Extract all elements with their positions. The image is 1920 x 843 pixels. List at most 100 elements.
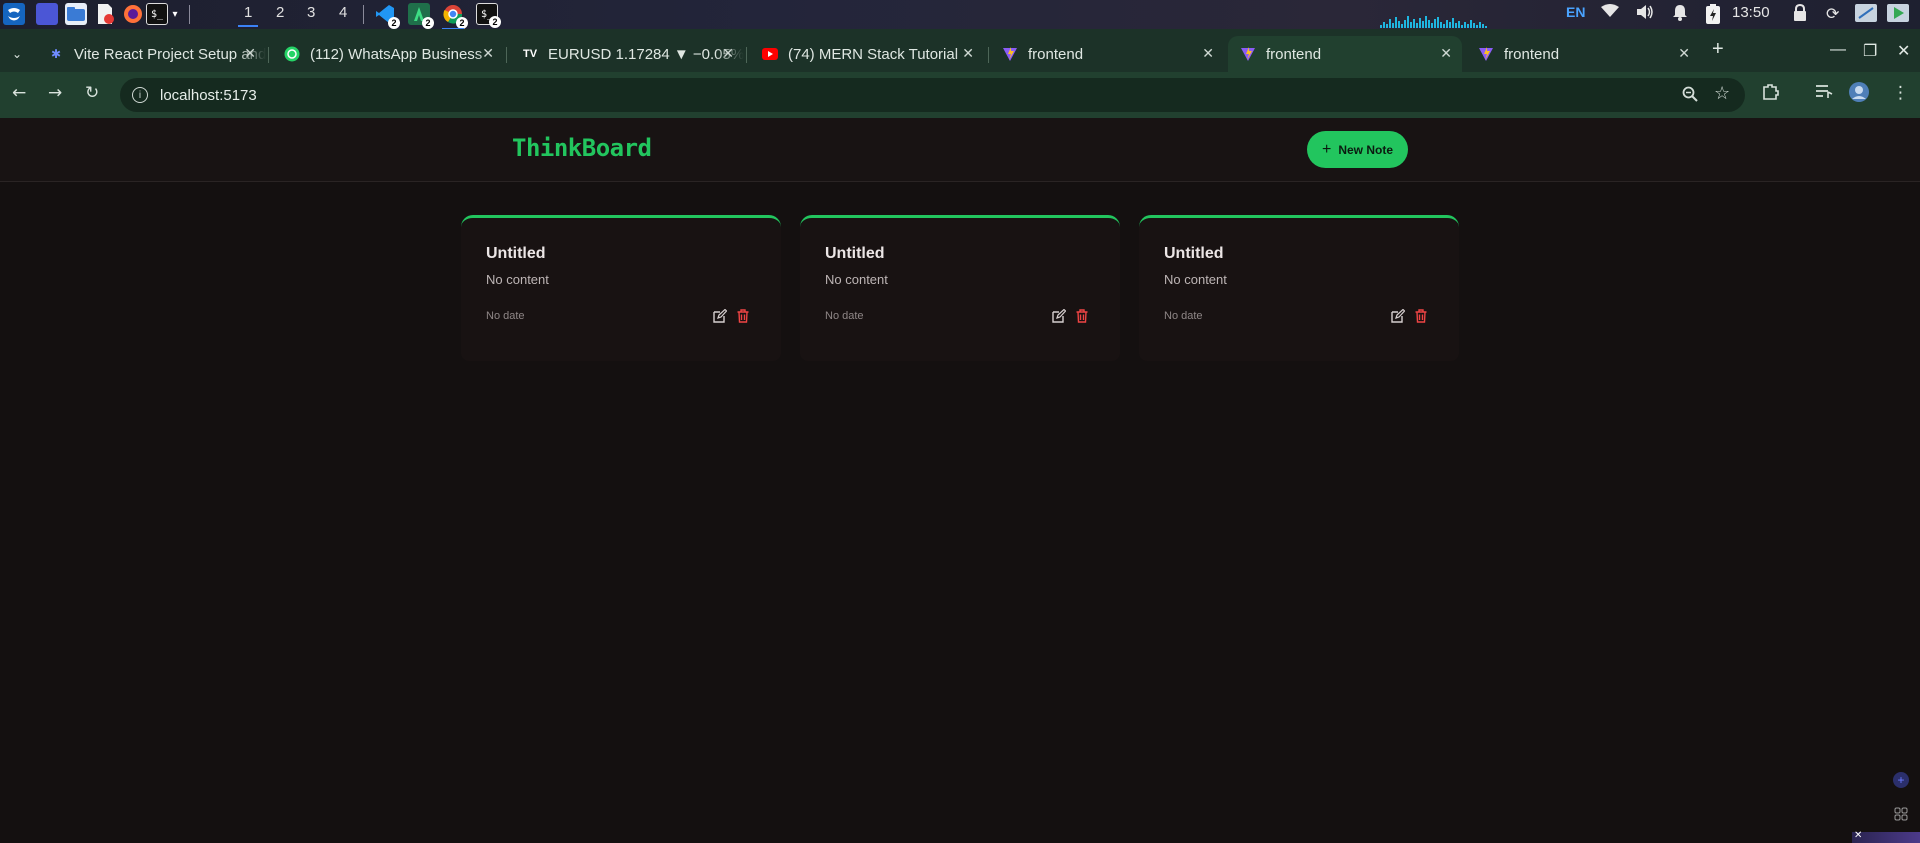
terminal-icon[interactable]: $_ 2 [476, 3, 501, 28]
note-content: No content [825, 272, 888, 287]
document-viewer-icon[interactable] [94, 3, 116, 25]
plus-icon: + [1321, 140, 1332, 158]
close-icon[interactable]: ✕ [1202, 45, 1214, 62]
tab-frontend-2[interactable]: frontend ✕ [1228, 36, 1462, 72]
minimize-button[interactable]: — [1830, 41, 1846, 59]
app-viewport: ThinkBoard + New Note Untitled No conten… [0, 118, 1920, 843]
trash-icon[interactable] [1414, 308, 1428, 323]
tab-title: frontend [1266, 45, 1322, 63]
profile-avatar[interactable] [1848, 81, 1870, 108]
keyboard-layout[interactable]: EN [1566, 4, 1585, 20]
forward-button[interactable]: → [48, 83, 62, 103]
tab-title: (74) MERN Stack Tutorial [788, 45, 959, 63]
chevron-down-icon[interactable]: ▾ [168, 3, 182, 25]
new-tab-button[interactable]: + [1712, 38, 1724, 61]
window-count-badge: 2 [388, 17, 400, 29]
workspace-3[interactable]: 3 [307, 4, 315, 21]
vscode-icon[interactable]: 2 [374, 3, 400, 29]
browser-menu-icon[interactable]: ⋮ [1892, 83, 1909, 103]
new-note-button[interactable]: + New Note [1307, 131, 1408, 168]
battery-charging-icon[interactable] [1706, 4, 1720, 28]
tab-whatsapp-business[interactable]: (112) WhatsApp Business ✕ [272, 36, 504, 72]
new-note-label: New Note [1338, 142, 1394, 157]
browser-toolbar: ← → ↻ i localhost:5173 ☆ ⋮ [0, 72, 1920, 118]
trash-icon[interactable] [1075, 308, 1089, 323]
note-content: No content [1164, 272, 1227, 287]
tab-vite-react-setup[interactable]: ✱ Vite React Project Setup and ✕ [36, 36, 266, 72]
window-count-badge: 2 [422, 17, 434, 29]
chrome-icon[interactable]: 2 [442, 3, 468, 30]
bookmark-star-icon[interactable]: ☆ [1714, 83, 1730, 104]
terminal-icon[interactable]: $_ [146, 3, 168, 25]
wifi-icon[interactable] [1601, 4, 1619, 22]
app-header: ThinkBoard + New Note [0, 118, 1920, 182]
firefox-icon[interactable] [122, 3, 144, 25]
notification-bell-icon[interactable] [1672, 4, 1688, 25]
tab-title: frontend [1028, 45, 1084, 63]
audio-visualizer [1380, 16, 1560, 28]
note-card[interactable]: Untitled No content No date [461, 215, 781, 361]
google-play-icon[interactable] [1887, 4, 1909, 26]
reload-button[interactable]: ↻ [85, 83, 99, 103]
youtube-icon [762, 46, 778, 62]
vite-icon [1002, 46, 1018, 62]
desktop-icon[interactable] [36, 3, 58, 25]
tab-title: EURUSD 1.17284 ▼ −0.05% [548, 45, 744, 63]
close-window-button[interactable]: ✕ [1897, 41, 1910, 61]
workspace-4[interactable]: 4 [339, 4, 347, 21]
browser-tab-strip: ⌄ ✱ Vite React Project Setup and ✕ (112)… [0, 29, 1920, 72]
note-title: Untitled [825, 245, 885, 262]
close-icon[interactable]: ✕ [962, 45, 974, 62]
note-date: No date [486, 310, 525, 322]
edit-icon[interactable] [1052, 308, 1067, 323]
workspace-1[interactable]: 1 [237, 4, 259, 27]
edit-icon[interactable] [1391, 308, 1406, 323]
note-card[interactable]: Untitled No content No date [800, 215, 1120, 361]
workspace-2[interactable]: 2 [276, 4, 284, 21]
tab-list-button[interactable]: ⌄ [4, 36, 34, 72]
clock[interactable]: 13:50 [1732, 4, 1770, 21]
close-icon[interactable]: ✕ [1854, 830, 1862, 841]
maximize-button[interactable]: ❐ [1863, 41, 1877, 61]
tab-mern-tutorial[interactable]: (74) MERN Stack Tutorial ✕ [750, 36, 984, 72]
note-card[interactable]: Untitled No content No date [1139, 215, 1459, 361]
tab-frontend-3[interactable]: frontend ✕ [1466, 36, 1700, 72]
vite-ai-icon: ✱ [50, 47, 62, 61]
close-icon[interactable]: ✕ [722, 45, 734, 62]
close-icon[interactable]: ✕ [482, 45, 494, 62]
note-date: No date [825, 310, 864, 322]
extensions-icon[interactable] [1762, 83, 1779, 105]
note-title: Untitled [1164, 245, 1224, 262]
tab-frontend-1[interactable]: frontend ✕ [990, 36, 1224, 72]
refresh-icon[interactable]: ⟳ [1826, 4, 1839, 24]
grid-menu-icon[interactable] [1893, 806, 1909, 822]
tab-title: frontend [1504, 45, 1560, 63]
media-controls-icon[interactable] [1815, 83, 1833, 104]
note-title: Untitled [486, 245, 546, 262]
lock-icon[interactable] [1793, 3, 1807, 25]
floating-add-icon[interactable]: + [1893, 772, 1909, 788]
address-bar[interactable]: i localhost:5173 ☆ [120, 78, 1745, 112]
android-studio-icon[interactable]: 2 [408, 3, 434, 29]
close-icon[interactable]: ✕ [1440, 45, 1452, 62]
app-logo[interactable]: ThinkBoard [512, 134, 652, 162]
dev-overlay-bar[interactable]: ✕ [1852, 830, 1920, 843]
screenshot-icon[interactable] [1855, 4, 1877, 26]
tab-eurusd[interactable]: TV EURUSD 1.17284 ▼ −0.05% ✕ [510, 36, 744, 72]
vite-icon [1478, 46, 1494, 62]
vite-icon [1240, 46, 1256, 62]
system-taskbar: $_ ▾ 1 2 3 4 2 2 2 $_ 2 EN 13:50 ⟳ [0, 0, 1920, 30]
file-manager-icon[interactable] [65, 3, 87, 25]
trash-icon[interactable] [736, 308, 750, 323]
edit-icon[interactable] [713, 308, 728, 323]
note-content: No content [486, 272, 549, 287]
app-launcher-icon[interactable] [3, 3, 25, 25]
site-info-icon[interactable]: i [132, 87, 148, 103]
url-text[interactable]: localhost:5173 [160, 87, 257, 104]
zoom-icon[interactable] [1682, 86, 1698, 106]
window-count-badge: 2 [489, 16, 501, 28]
volume-icon[interactable] [1636, 4, 1654, 24]
close-icon[interactable]: ✕ [244, 45, 256, 62]
close-icon[interactable]: ✕ [1678, 45, 1690, 62]
back-button[interactable]: ← [12, 83, 26, 103]
